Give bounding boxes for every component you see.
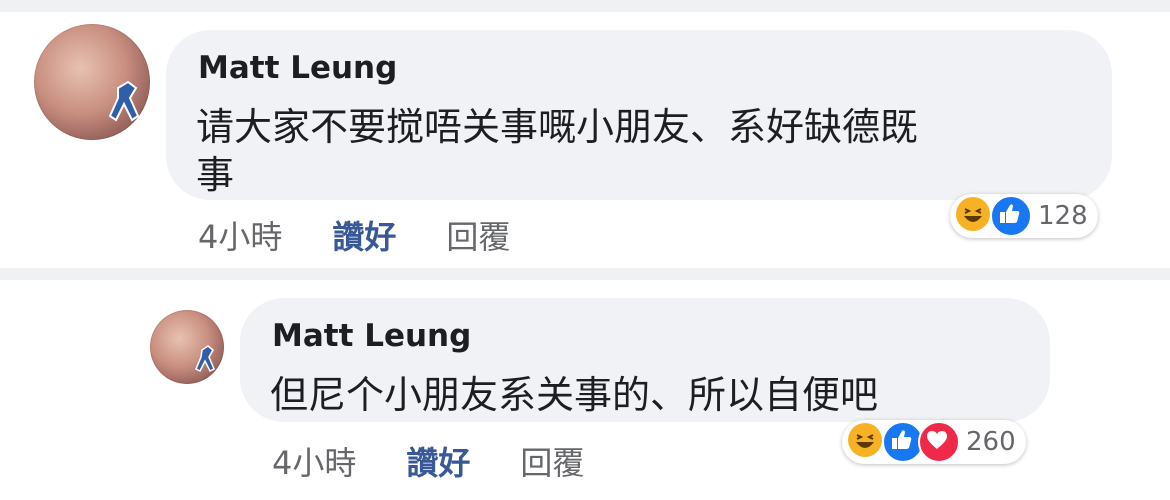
love-icon bbox=[918, 421, 960, 463]
comment-author[interactable]: Matt Leung bbox=[272, 318, 471, 354]
avatar[interactable] bbox=[150, 310, 224, 384]
reaction-count: 260 bbox=[966, 427, 1016, 457]
comment-timestamp[interactable]: 4小時 bbox=[198, 212, 282, 258]
top-divider bbox=[0, 0, 1170, 12]
comment-bubble: Matt Leung 但尼个小朋友系关事的、所以自便吧 bbox=[240, 298, 1050, 422]
ribbon-icon bbox=[108, 80, 140, 122]
reaction-count: 128 bbox=[1038, 201, 1088, 231]
section-divider bbox=[0, 268, 1170, 280]
like-link[interactable]: 讚好 bbox=[406, 438, 470, 484]
ribbon-icon bbox=[195, 345, 215, 373]
comment-author[interactable]: Matt Leung bbox=[198, 50, 397, 86]
reaction-summary[interactable]: 260 bbox=[842, 420, 1026, 464]
comment-actions: 4小時 讚好 回覆 bbox=[198, 212, 510, 258]
reaction-summary[interactable]: 128 bbox=[950, 194, 1098, 238]
comment-text: 但尼个小朋友系关事的、所以自便吧 bbox=[270, 373, 879, 417]
comment-actions: 4小時 讚好 回覆 bbox=[272, 438, 584, 484]
reply-link[interactable]: 回覆 bbox=[446, 212, 510, 258]
reply-link[interactable]: 回覆 bbox=[520, 438, 584, 484]
like-link[interactable]: 讚好 bbox=[332, 212, 396, 258]
comment-text-continued: 事 bbox=[196, 153, 235, 197]
avatar[interactable] bbox=[34, 24, 150, 140]
like-icon bbox=[990, 195, 1032, 237]
comment-bubble: Matt Leung 请大家不要搅唔关事嘅小朋友、系好缺德既 事 bbox=[166, 30, 1112, 200]
comment-timestamp[interactable]: 4小時 bbox=[272, 438, 356, 484]
comment-text: 请大家不要搅唔关事嘅小朋友、系好缺德既 bbox=[196, 105, 919, 149]
